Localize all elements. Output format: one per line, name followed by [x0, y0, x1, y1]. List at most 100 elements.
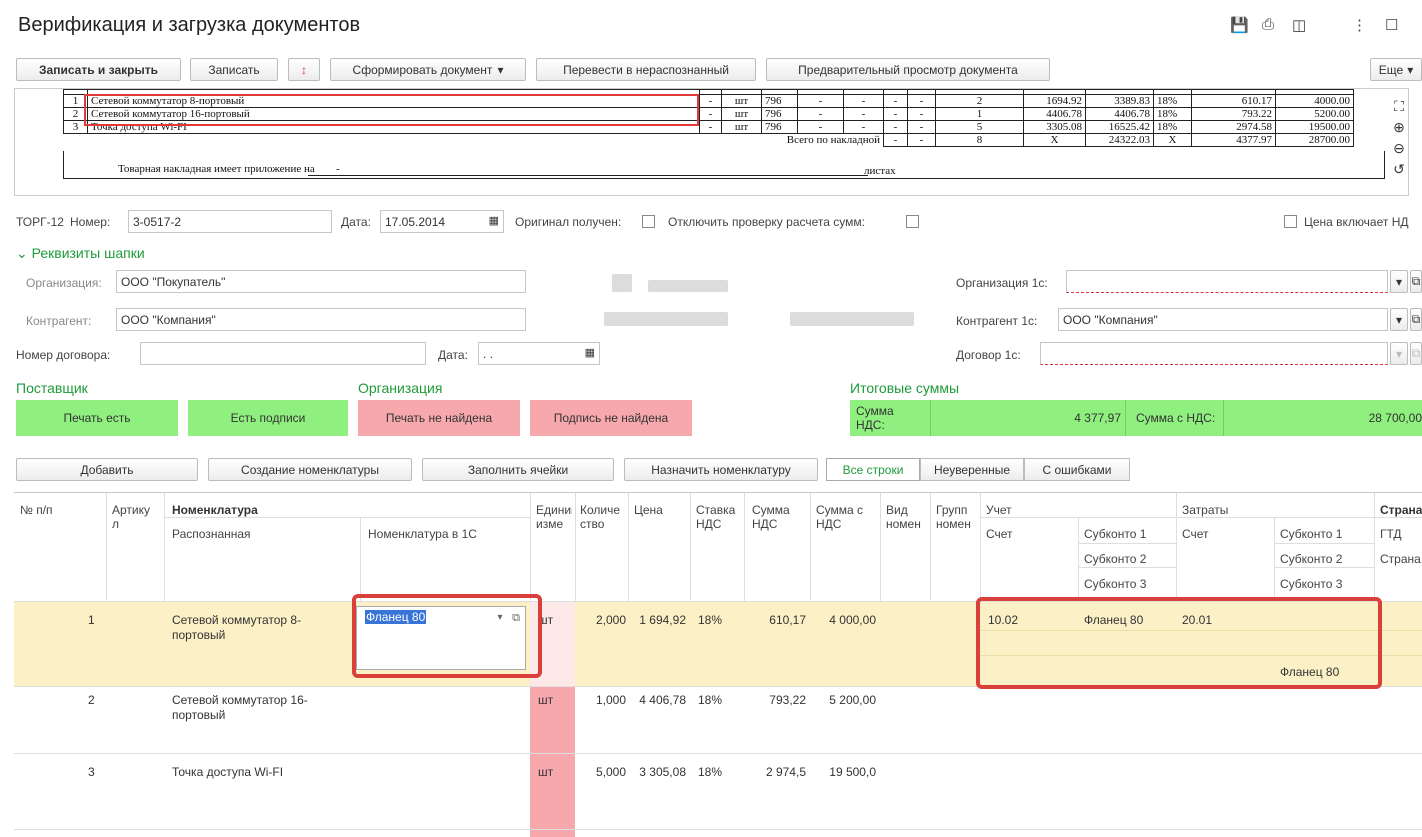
- org-field[interactable]: ООО "Покупатель": [116, 270, 526, 293]
- zoom-in-icon[interactable]: ⊕: [1390, 117, 1408, 138]
- disable-check-checkbox[interactable]: [906, 215, 919, 228]
- total-vat-label: Сумма с НДС:: [1136, 411, 1216, 425]
- stamp-missing-badge: Печать не найдена: [358, 400, 520, 436]
- header-unit[interactable]: Единица изме: [536, 503, 572, 531]
- header-costs-group[interactable]: Затраты: [1182, 503, 1228, 517]
- print-icon[interactable]: ⎙: [1262, 16, 1274, 33]
- contract1c-field[interactable]: [1040, 342, 1388, 365]
- date-field[interactable]: 17.05.2014 ▦: [380, 210, 504, 233]
- header-sub1[interactable]: Субконто 1: [1084, 527, 1146, 541]
- row-recognized-name: Сетевой коммутатор 8-портовый: [172, 613, 302, 642]
- disable-check-label: Отключить проверку расчета сумм:: [668, 215, 865, 229]
- save-button[interactable]: Записать: [190, 58, 278, 81]
- header-account[interactable]: Счет: [986, 527, 1013, 541]
- col-divider: [628, 493, 629, 601]
- header-cost-sub1[interactable]: Субконто 1: [1280, 527, 1342, 541]
- contract-date-field[interactable]: . . ▦: [478, 342, 600, 365]
- total-vat-value: 28 700,00: [1223, 400, 1422, 436]
- more-icon[interactable]: ⋮: [1352, 16, 1367, 34]
- scan-cell: 793.22: [1191, 107, 1276, 121]
- row-unit: шт: [538, 765, 554, 779]
- contractor1c-field[interactable]: ООО "Компания": [1058, 308, 1388, 331]
- scan-cell: 19500.00: [1275, 120, 1354, 134]
- tab-all-rows[interactable]: Все строки: [826, 458, 920, 481]
- form-document-button[interactable]: Сформировать документ ▾: [330, 58, 526, 81]
- to-unrecognized-button[interactable]: Перевести в нераспознанный: [536, 58, 756, 81]
- scan-cell: 4000.00: [1275, 94, 1354, 108]
- scan-cell: -: [907, 120, 936, 134]
- scan-cell: 4377.97: [1191, 133, 1276, 147]
- scan-footer: Товарная накладная имеет приложение на -…: [63, 151, 1385, 179]
- number-field[interactable]: 3-0517-2: [128, 210, 332, 233]
- header-recognized[interactable]: Распознанная: [172, 527, 251, 541]
- maximize-icon[interactable]: ☐: [1385, 16, 1398, 34]
- fit-icon[interactable]: ⛶: [1390, 96, 1408, 117]
- calendar-icon[interactable]: ▦: [489, 214, 499, 227]
- requisites-toggle[interactable]: ⌄ Реквизиты шапки: [16, 245, 145, 262]
- header-cost-sub2[interactable]: Субконто 2: [1280, 552, 1342, 566]
- assign-nomenclature-button[interactable]: Назначить номенклатуру: [624, 458, 818, 481]
- scan-cell: -: [699, 107, 722, 121]
- chevron-down-icon[interactable]: ▾: [1390, 308, 1408, 331]
- chevron-down-icon[interactable]: ▾: [1390, 342, 1408, 365]
- scan-cell: 16525.42: [1085, 120, 1154, 134]
- vat-sum-label: Сумма НДС:: [856, 404, 894, 432]
- sort-icon[interactable]: ↕: [288, 58, 320, 81]
- header-nomenclature[interactable]: Номенклатура: [172, 503, 258, 517]
- scan-cell: 2: [935, 94, 1024, 108]
- create-nomenclature-button[interactable]: Создание номенклатуры: [208, 458, 412, 481]
- contract-number-field[interactable]: [140, 342, 426, 365]
- header-cost-sub3[interactable]: Субконто 3: [1280, 577, 1342, 591]
- tab-errors[interactable]: С ошибками: [1024, 458, 1130, 481]
- header-num[interactable]: № п/п: [20, 503, 53, 517]
- header-price[interactable]: Цена: [634, 503, 663, 517]
- save-close-button[interactable]: Записать и закрыть: [16, 58, 181, 81]
- header-country-group[interactable]: Страна: [1380, 503, 1422, 517]
- fill-cells-button[interactable]: Заполнить ячейки: [422, 458, 614, 481]
- chevron-down-icon[interactable]: ▾: [1390, 270, 1408, 293]
- header-account-group[interactable]: Учет: [986, 503, 1012, 517]
- chevron-down-icon: ⌄: [16, 245, 28, 261]
- row-unit: шт: [538, 693, 554, 707]
- header-sub3[interactable]: Субконто 3: [1084, 577, 1146, 591]
- org1c-field[interactable]: [1066, 270, 1388, 293]
- header-nom-kind[interactable]: Вид номен: [886, 503, 926, 531]
- open-icon[interactable]: ⧉: [1410, 308, 1422, 331]
- header-sub2[interactable]: Субконто 2: [1084, 552, 1146, 566]
- row-divider: [14, 829, 1422, 830]
- open-icon[interactable]: ⧉: [1410, 270, 1422, 293]
- more-button[interactable]: Еще ▾: [1370, 58, 1422, 81]
- header-country[interactable]: Страна: [1380, 552, 1421, 566]
- open-icon[interactable]: ⧉: [1410, 342, 1422, 365]
- row-vat-sum: 2 974,5: [765, 765, 806, 779]
- header-vat-rate[interactable]: Ставка НДС: [696, 503, 740, 531]
- scan-total-label: Всего по накладной: [87, 133, 884, 147]
- header-nom-group[interactable]: Групп номен: [936, 503, 976, 531]
- tab-uncertain[interactable]: Неуверенные: [920, 458, 1024, 481]
- scan-cell: 5: [935, 120, 1024, 134]
- preview-icon[interactable]: ◫: [1292, 16, 1306, 34]
- price-incl-vat-checkbox[interactable]: [1284, 215, 1297, 228]
- preview-document-button[interactable]: Предварительный просмотр документа: [766, 58, 1050, 81]
- calendar-icon[interactable]: ▦: [585, 346, 595, 359]
- header-nom-1c[interactable]: Номенклатура в 1С: [368, 527, 477, 541]
- rotate-icon[interactable]: ↺: [1390, 159, 1408, 180]
- header-cost-account[interactable]: Счет: [1182, 527, 1209, 541]
- original-received-label: Оригинал получен:: [515, 215, 622, 229]
- row-vat-rate: 18%: [698, 765, 723, 779]
- scan-cell: 796: [761, 94, 798, 108]
- header-vat-sum[interactable]: Сумма НДС: [752, 503, 802, 531]
- add-button[interactable]: Добавить: [16, 458, 198, 481]
- header-gtd[interactable]: ГТД: [1380, 527, 1402, 541]
- scan-cell: X: [1153, 133, 1192, 147]
- row-vat-sum: 793,22: [769, 693, 806, 707]
- col-divider: [880, 493, 881, 601]
- header-article[interactable]: Артикул: [112, 503, 156, 531]
- original-received-checkbox[interactable]: [642, 215, 655, 228]
- zoom-out-icon[interactable]: ⊖: [1390, 138, 1408, 159]
- header-sum-vat[interactable]: Сумма с НДС: [816, 503, 876, 531]
- header-qty[interactable]: Количество: [580, 503, 624, 531]
- contractor-field[interactable]: ООО "Компания": [116, 308, 526, 331]
- scan-cell: -: [797, 107, 844, 121]
- save-icon[interactable]: 💾: [1230, 16, 1249, 34]
